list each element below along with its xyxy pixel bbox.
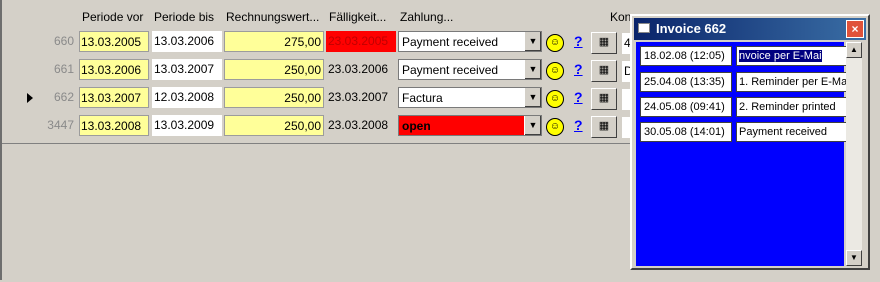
smiley-icon[interactable]: ☺: [546, 62, 564, 80]
col-header-periode-bis[interactable]: Periode bis: [154, 10, 214, 24]
invoice-id: 661: [53, 62, 74, 76]
history-date-field[interactable]: 24.05.08 (09:41): [640, 97, 732, 117]
payment-status-value: Payment received: [402, 63, 499, 77]
invoice-history-list: 18.02.08 (12:05) nvoice per E-Mai 25.04.…: [636, 42, 848, 266]
invoice-amount-field[interactable]: 250,00: [224, 87, 324, 108]
chevron-down-icon[interactable]: ▼: [524, 32, 541, 51]
scroll-up-icon[interactable]: ▲: [846, 42, 862, 58]
due-date-field[interactable]: 23.03.2008: [326, 115, 396, 136]
payment-status-select[interactable]: Payment received ▼: [398, 31, 542, 52]
due-date-field[interactable]: 23.03.2005: [326, 31, 396, 52]
invoice-amount-field[interactable]: 250,00: [224, 115, 324, 136]
help-icon[interactable]: ?: [574, 61, 583, 77]
history-note-field[interactable]: Payment received: [736, 122, 848, 142]
history-note-field[interactable]: nvoice per E-Mai: [736, 46, 848, 66]
due-date-field[interactable]: 23.03.2007: [326, 87, 396, 108]
invoice-id: 3447: [47, 118, 74, 132]
period-to-field[interactable]: 13.03.2006: [152, 31, 222, 52]
calculator-button[interactable]: ▦: [591, 88, 617, 110]
history-date-field[interactable]: 18.02.08 (12:05): [640, 46, 732, 66]
invoice-amount-field[interactable]: 250,00: [224, 59, 324, 80]
close-button[interactable]: ×: [846, 20, 864, 38]
chevron-down-icon[interactable]: ▼: [524, 116, 541, 135]
popup-title: Invoice 662: [656, 21, 727, 36]
period-from-field[interactable]: 13.03.2005: [79, 31, 149, 52]
invoice-popup-window[interactable]: Invoice 662 × 18.02.08 (12:05) nvoice pe…: [630, 14, 870, 270]
period-from-field[interactable]: 13.03.2007: [79, 87, 149, 108]
row-selector[interactable]: [20, 59, 34, 86]
smiley-icon[interactable]: ☺: [546, 34, 564, 52]
help-icon[interactable]: ?: [574, 33, 583, 49]
invoice-id: 660: [53, 34, 74, 48]
help-icon[interactable]: ?: [574, 117, 583, 133]
scroll-down-icon[interactable]: ▼: [846, 250, 862, 266]
col-header-faelligkeit[interactable]: Fälligkeit...: [329, 10, 386, 24]
calculator-button[interactable]: ▦: [591, 60, 617, 82]
form-icon: [638, 23, 650, 33]
help-icon[interactable]: ?: [574, 89, 583, 105]
period-from-field[interactable]: 13.03.2006: [79, 59, 149, 80]
smiley-icon[interactable]: ☺: [546, 118, 564, 136]
calculator-icon: ▦: [598, 120, 610, 132]
calculator-icon: ▦: [598, 64, 610, 76]
payment-status-select[interactable]: Payment received ▼: [398, 59, 542, 80]
row-selector[interactable]: [20, 31, 34, 58]
payment-status-value: open: [402, 119, 431, 133]
col-header-zahlung[interactable]: Zahlung...: [400, 10, 453, 24]
col-header-kon[interactable]: Kon: [610, 10, 631, 24]
period-from-field[interactable]: 13.03.2008: [79, 115, 149, 136]
payment-status-value: Factura: [402, 91, 443, 105]
payment-status-value: Payment received: [402, 35, 499, 49]
history-date-field[interactable]: 25.04.08 (13:35): [640, 72, 732, 92]
history-note-field[interactable]: 2. Reminder printed: [736, 97, 848, 117]
payment-status-select[interactable]: Factura ▼: [398, 87, 542, 108]
invoice-amount-field[interactable]: 275,00: [224, 31, 324, 52]
smiley-icon[interactable]: ☺: [546, 90, 564, 108]
col-header-rechnungswert[interactable]: Rechnungswert...: [226, 10, 319, 24]
calculator-icon: ▦: [598, 36, 610, 48]
popup-titlebar[interactable]: Invoice 662 ×: [634, 18, 866, 40]
chevron-down-icon[interactable]: ▼: [524, 88, 541, 107]
period-to-field[interactable]: 13.03.2009: [152, 115, 222, 136]
row-selector[interactable]: [20, 115, 34, 142]
col-header-periode-vor[interactable]: Periode vor: [82, 10, 143, 24]
calculator-icon: ▦: [598, 92, 610, 104]
history-note-text: nvoice per E-Mai: [739, 50, 822, 62]
payment-status-select[interactable]: open ▼: [398, 115, 542, 136]
period-to-field[interactable]: 12.03.2008: [152, 87, 222, 108]
history-date-field[interactable]: 30.05.08 (14:01): [640, 122, 732, 142]
calculator-button[interactable]: ▦: [591, 32, 617, 54]
period-to-field[interactable]: 13.03.2007: [152, 59, 222, 80]
invoice-id: 662: [53, 90, 74, 104]
chevron-down-icon[interactable]: ▼: [524, 60, 541, 79]
history-note-field[interactable]: 1. Reminder per E-Mai: [736, 72, 848, 92]
calculator-button[interactable]: ▦: [591, 116, 617, 138]
vertical-scrollbar[interactable]: ▲ ▼: [846, 42, 862, 266]
current-row-arrow-icon: [27, 93, 33, 103]
due-date-field[interactable]: 23.03.2006: [326, 59, 396, 80]
table-divider: [2, 143, 642, 144]
